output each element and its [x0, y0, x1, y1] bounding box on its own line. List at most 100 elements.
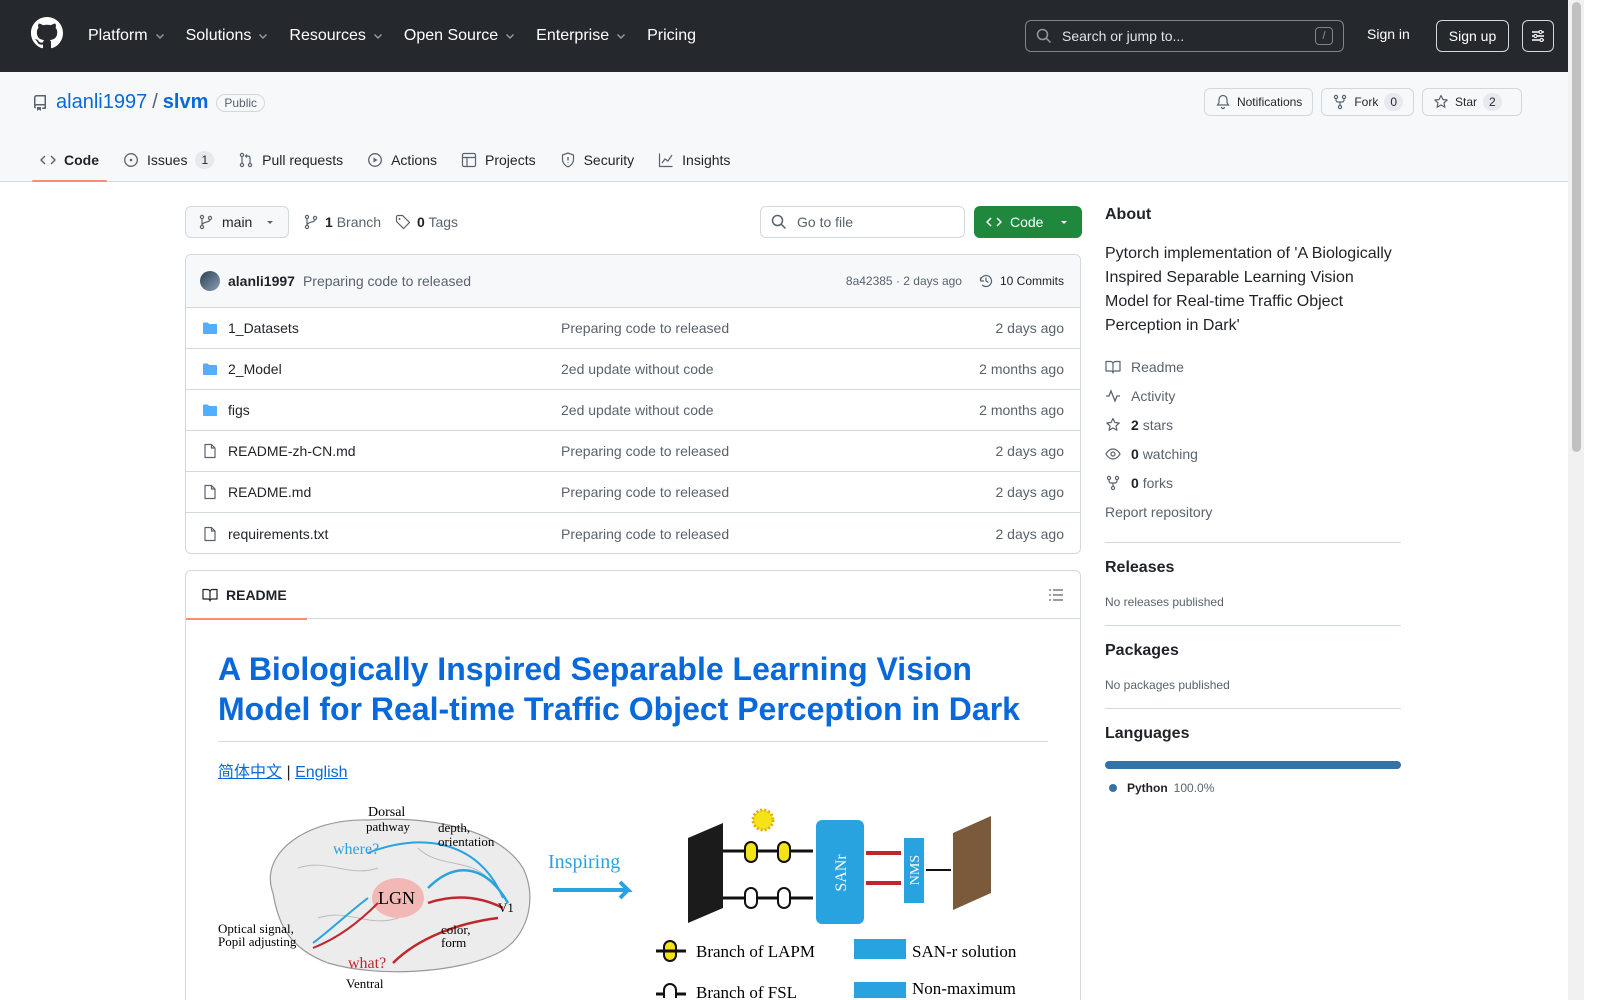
readme-link[interactable]: Readme — [1105, 352, 1401, 381]
star-button[interactable]: Star 2 — [1422, 88, 1522, 116]
global-nav: Platform Solutions Resources Open Source… — [88, 0, 716, 72]
file-name-link[interactable]: README.md — [228, 484, 561, 500]
commit-message-link[interactable]: Preparing code to released — [303, 273, 471, 289]
file-commit-link[interactable]: Preparing code to released — [561, 484, 996, 500]
tab-projects[interactable]: Projects — [453, 138, 544, 182]
repo-icon — [33, 94, 46, 111]
file-commit-link[interactable]: 2ed update without code — [561, 402, 979, 418]
notifications-button[interactable]: Notifications — [1203, 88, 1314, 116]
github-logo-icon[interactable] — [31, 17, 63, 49]
tab-insights[interactable]: Insights — [650, 138, 738, 182]
sign-up-button[interactable]: Sign up — [1436, 20, 1509, 52]
activity-link-label: Activity — [1131, 387, 1176, 404]
file-commit-link[interactable]: Preparing code to released — [561, 320, 996, 336]
readme-link-label: Readme — [1131, 358, 1184, 375]
branches-link[interactable]: 1 Branch — [325, 214, 381, 230]
table-row[interactable]: 2_Model 2ed update without code 2 months a… — [186, 349, 1080, 390]
file-name-link[interactable]: figs — [228, 402, 561, 418]
packages-empty-text: No packages published — [1105, 678, 1230, 692]
activity-link[interactable]: Activity — [1105, 381, 1401, 410]
readme-title: A Biologically Inspired Separable Learni… — [218, 649, 1048, 742]
tab-security[interactable]: Security — [552, 138, 643, 182]
releases-heading[interactable]: Releases — [1105, 559, 1401, 577]
sidebar-divider — [1105, 625, 1401, 626]
appearance-menu-button[interactable] — [1522, 20, 1554, 52]
fig-inspiring: Inspiring — [548, 851, 620, 873]
avatar[interactable] — [200, 271, 220, 291]
table-row[interactable]: README.md Preparing code to released 2 day… — [186, 472, 1080, 513]
file-name-link[interactable]: 2_Model — [228, 361, 561, 377]
tab-actions[interactable]: Actions — [359, 138, 445, 182]
fig-v1: V1 — [498, 900, 514, 915]
file-age: 2 days ago — [995, 525, 1065, 542]
visibility-badge: Public — [216, 93, 266, 112]
code-icon — [986, 217, 1002, 227]
nav-open-source[interactable]: Open Source — [404, 27, 516, 45]
file-commit-link[interactable]: Preparing code to released — [561, 526, 996, 542]
issues-count: 1 — [195, 151, 215, 169]
commit-author-link[interactable]: alanli1997 — [228, 273, 295, 289]
nav-pricing[interactable]: Pricing — [647, 27, 696, 45]
table-row[interactable]: requirements.txt Preparing code to releas… — [186, 513, 1080, 553]
nav-solutions[interactable]: Solutions — [186, 27, 270, 45]
about-links: Readme Activity 2 stars 0 watching 0 for… — [1105, 352, 1401, 526]
table-row[interactable]: README-zh-CN.md Preparing code to release… — [186, 431, 1080, 472]
lang-en-link[interactable]: English — [295, 764, 347, 781]
readme-body: A Biologically Inspired Separable Learni… — [186, 649, 1080, 998]
nav-resources-label: Resources — [289, 27, 366, 44]
code-button-label: Code — [1010, 214, 1044, 230]
stars-link[interactable]: 2 stars — [1105, 410, 1401, 439]
commits-history-link[interactable]: 10 Commits — [978, 273, 1064, 289]
caret-down-icon — [1061, 221, 1067, 224]
table-row[interactable]: 1_Datasets Preparing code to released 2 da… — [186, 308, 1080, 349]
watching-count: 0 — [1131, 445, 1139, 462]
commit-hash-age[interactable]: 8a42385 · 2 days ago — [846, 274, 962, 288]
code-dropdown-button[interactable]: Code — [974, 206, 1082, 238]
nav-platform[interactable]: Platform — [88, 27, 166, 45]
language-legend[interactable]: Python 100.0% — [1105, 781, 1401, 795]
file-commit-link[interactable]: 2ed update without code — [561, 361, 979, 377]
search-input[interactable]: Search or jump to... / — [1025, 20, 1344, 52]
nav-resources[interactable]: Resources — [289, 27, 383, 45]
scrollbar-thumb[interactable] — [1572, 2, 1581, 452]
nav-enterprise[interactable]: Enterprise — [536, 27, 627, 45]
book-icon — [202, 588, 218, 602]
language-percent: 100.0% — [1173, 781, 1215, 795]
packages-heading[interactable]: Packages — [1105, 642, 1401, 660]
fork-button[interactable]: Fork 0 — [1321, 88, 1414, 116]
chevron-down-icon — [373, 33, 382, 40]
file-name-link[interactable]: requirements.txt — [228, 526, 561, 542]
repo-tabs: Code Issues 1 Pull requests Actions Proj… — [32, 138, 746, 182]
fig-legend-fsl: Branch of FSL — [696, 983, 797, 998]
watchers-link[interactable]: 0 watching — [1105, 439, 1401, 468]
chevron-down-icon — [617, 33, 626, 40]
page-scrollbar[interactable] — [1568, 0, 1584, 1000]
sidebar-divider — [1105, 708, 1401, 709]
eye-icon — [1105, 447, 1121, 460]
report-repository-link[interactable]: Report repository — [1105, 497, 1401, 526]
go-to-file-input[interactable]: Go to file — [760, 206, 965, 238]
tab-issues[interactable]: Issues 1 — [115, 138, 222, 182]
tab-code[interactable]: Code — [32, 138, 107, 182]
fig-lgn: LGN — [378, 888, 415, 908]
file-name-link[interactable]: 1_Datasets — [228, 320, 561, 336]
tags-link[interactable]: 0 Tags — [417, 214, 458, 230]
branch-selector[interactable]: main — [185, 206, 289, 238]
readme-tab[interactable]: README — [186, 571, 307, 620]
star-label: Star — [1455, 95, 1478, 109]
file-commit-link[interactable]: Preparing code to released — [561, 443, 996, 459]
fsl-node-1 — [744, 887, 758, 909]
play-circle-icon — [368, 153, 383, 167]
fig-depth: depth, — [438, 820, 470, 835]
repo-owner-link[interactable]: alanli1997 — [56, 91, 147, 114]
forks-link[interactable]: 0 forks — [1105, 468, 1401, 497]
table-row[interactable]: figs 2ed update without code 2 months ago — [186, 390, 1080, 431]
outline-button[interactable] — [1048, 587, 1064, 603]
repo-name-link[interactable]: slvm — [163, 91, 209, 114]
lang-zh-link[interactable]: 简体中文 — [218, 764, 282, 781]
sign-in-link[interactable]: Sign in — [1367, 26, 1410, 42]
file-name-link[interactable]: README-zh-CN.md — [228, 443, 561, 459]
tab-pull-requests[interactable]: Pull requests — [230, 138, 351, 182]
chevron-down-icon — [259, 33, 268, 40]
readme-figure: Dorsal pathway depth, orientation where?… — [218, 798, 1050, 998]
